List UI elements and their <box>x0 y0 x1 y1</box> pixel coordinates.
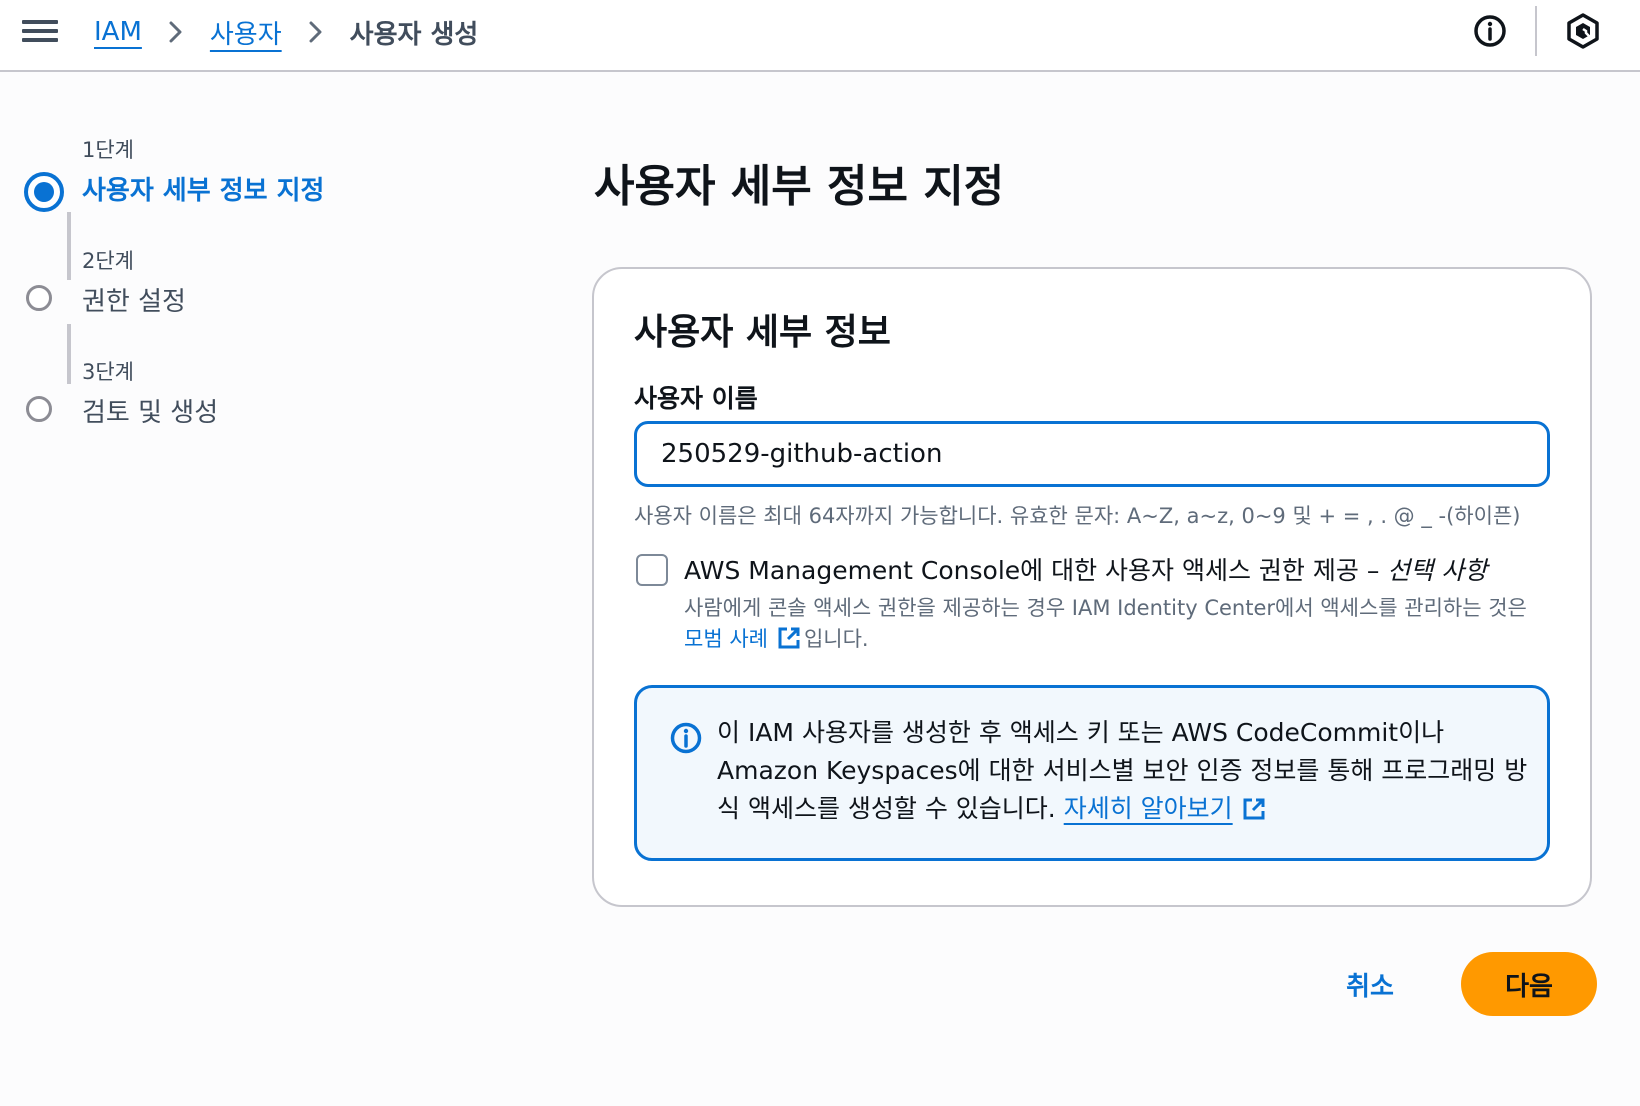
user-details-panel: 사용자 세부 정보 사용자 이름 사용자 이름은 최대 64자까지 가능합니다.… <box>592 267 1592 907</box>
username-label: 사용자 이름 <box>634 384 758 413</box>
step-indicator-icon <box>26 396 52 422</box>
chevron-right-icon <box>168 21 184 43</box>
breadcrumb-iam[interactable]: IAM <box>94 17 142 47</box>
step-label-user-details[interactable]: 사용자 세부 정보 지정 <box>82 170 324 207</box>
console-access-label-text: AWS Management Console에 대한 사용자 액세스 권한 제공… <box>684 556 1380 585</box>
breadcrumb: IAM 사용자 사용자 생성 <box>94 12 478 52</box>
username-constraint-text: 사용자 이름은 최대 64자까지 가능합니다. 유효한 문자: A~Z, a~z… <box>634 504 1521 528</box>
description-text: 사람에게 콘솔 액세스 권한을 제공하는 경우 IAM Identity Cen… <box>684 596 1527 620</box>
panel-title: 사용자 세부 정보 <box>634 312 891 353</box>
page-title: 사용자 세부 정보 지정 <box>594 161 1005 212</box>
step-connector <box>67 324 71 384</box>
step-connector <box>67 212 71 280</box>
step-label-review-create: 검토 및 생성 <box>82 398 219 428</box>
step-current-indicator-icon <box>24 172 64 212</box>
info-icon[interactable] <box>1472 13 1508 49</box>
learn-more-link[interactable]: 자세히 알아보기 <box>1064 794 1233 823</box>
top-navigation-bar: IAM 사용자 사용자 생성 <box>0 0 1640 72</box>
info-circle-icon <box>669 721 703 755</box>
step-number: 2단계 <box>82 249 135 273</box>
info-alert: 이 IAM 사용자를 생성한 후 액세스 키 또는 AWS CodeCommit… <box>634 685 1550 861</box>
cancel-button[interactable]: 취소 <box>1330 954 1410 1014</box>
console-access-description: 사람에게 콘솔 액세스 권한을 제공하는 경우 IAM Identity Cen… <box>684 593 1544 655</box>
step-number: 1단계 <box>82 138 135 162</box>
external-link-icon[interactable] <box>776 625 802 651</box>
step-number: 3단계 <box>82 360 135 384</box>
chevron-right-icon <box>308 21 324 43</box>
wizard-step-2: 2단계 권한 설정 <box>24 245 424 356</box>
step-label-permissions: 권한 설정 <box>82 287 186 317</box>
step-indicator-icon <box>26 285 52 311</box>
info-alert-text: 이 IAM 사용자를 생성한 후 액세스 키 또는 AWS CodeCommit… <box>717 714 1537 828</box>
description-text-end: 입니다. <box>803 627 869 651</box>
wizard-step-1: 1단계 사용자 세부 정보 지정 <box>24 134 424 245</box>
hexagon-q-icon[interactable] <box>1564 12 1602 50</box>
header-divider <box>1535 6 1537 56</box>
console-access-checkbox[interactable] <box>636 554 668 586</box>
external-link-icon[interactable] <box>1241 795 1267 821</box>
optional-label: 선택 사항 <box>1387 556 1488 585</box>
best-practice-link[interactable]: 모범 사례 <box>684 627 768 651</box>
wizard-steps: 1단계 사용자 세부 정보 지정 2단계 권한 설정 3단계 검토 및 생성 <box>24 134 424 467</box>
breadcrumb-create-user: 사용자 생성 <box>349 19 479 50</box>
console-access-label[interactable]: AWS Management Console에 대한 사용자 액세스 권한 제공… <box>684 551 1487 587</box>
hamburger-menu-icon[interactable] <box>22 14 58 50</box>
username-input[interactable] <box>634 421 1550 487</box>
next-button[interactable]: 다음 <box>1461 952 1597 1016</box>
breadcrumb-users[interactable]: 사용자 <box>210 14 282 51</box>
wizard-step-3: 3단계 검토 및 생성 <box>24 356 424 467</box>
